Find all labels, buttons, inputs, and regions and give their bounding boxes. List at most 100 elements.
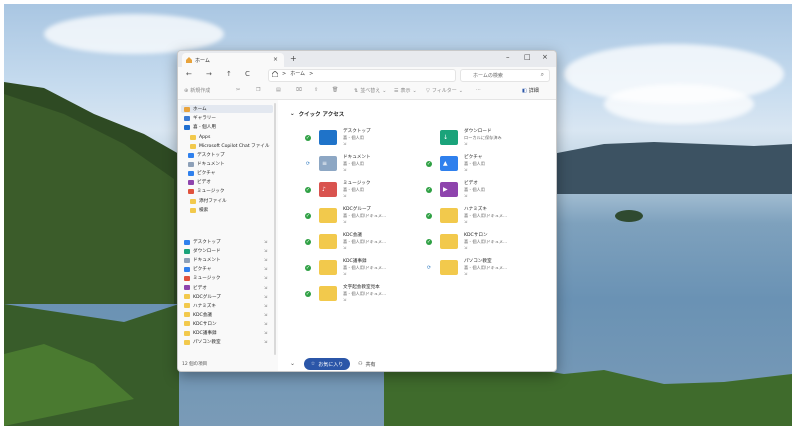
sidebar-item[interactable]: デスクトップ xyxy=(188,151,225,159)
sidebar-pinned-item[interactable]: ドキュメント xyxy=(184,256,221,264)
paste-icon[interactable]: ▤ xyxy=(276,87,281,93)
breadcrumb-home[interactable]: ホーム xyxy=(290,70,305,77)
sidebar-item[interactable]: ドキュメント xyxy=(188,160,225,168)
quick-access-header[interactable]: ⌄ クイック アクセス xyxy=(290,110,344,118)
sort-icon: ⇅ xyxy=(354,87,359,94)
forward-button[interactable]: → xyxy=(206,70,212,78)
pin-icon: ⇲ xyxy=(464,193,468,198)
sort-button[interactable]: ⇅ 並べ替え ⌄ xyxy=(354,87,386,95)
quick-access-item[interactable]: ✓ ▶ ビデオ喜 - 個人用 ⇲ xyxy=(426,180,556,202)
sidebar-item[interactable]: ピクチャ xyxy=(188,169,215,177)
quick-access-item[interactable]: ✓ ▲ ピクチャ喜 - 個人用 ⇲ xyxy=(426,154,556,176)
sidebar-item[interactable]: Microsoft Copilot Chat ファイル xyxy=(190,142,270,150)
sidebar-pinned-item[interactable]: KDCサロン xyxy=(184,320,217,328)
sidebar-pinned-item[interactable]: ミュージック xyxy=(184,274,220,282)
sidebar-item[interactable]: Apps xyxy=(190,133,210,141)
pin-icon: ⇲ xyxy=(264,275,268,281)
item-name: 文字起会教室見本 xyxy=(343,285,380,290)
view-label: 表示 xyxy=(400,88,411,94)
folder-icon: ▶ xyxy=(440,182,458,197)
item-name: ダウンロード xyxy=(464,129,492,134)
close-button[interactable]: × xyxy=(542,53,548,61)
breadcrumb-chevron[interactable]: > xyxy=(309,71,313,77)
folder-overlay-icon: ♪ xyxy=(322,186,326,193)
new-tab-button[interactable]: + xyxy=(290,54,297,63)
tab-home[interactable]: ホーム × xyxy=(182,53,284,67)
sidebar-pinned-item[interactable]: KDC会議 xyxy=(184,311,212,319)
copy-icon[interactable]: ❐ xyxy=(256,87,260,93)
rename-icon[interactable]: ⌧ xyxy=(296,87,302,93)
sidebar-pinned-item[interactable]: デスクトップ xyxy=(184,238,221,246)
sidebar-item[interactable]: ギャラリー xyxy=(184,114,216,122)
star-icon: ☆ xyxy=(310,361,316,367)
tab-close-icon[interactable]: × xyxy=(273,56,278,63)
refresh-button[interactable]: C xyxy=(245,70,250,78)
sidebar-item[interactable]: 検索 xyxy=(190,206,208,214)
quick-access-item[interactable]: ✓ KDC会議喜 - 個人用\ドキュメ... ⇲ xyxy=(305,232,435,254)
sidebar-pinned-item[interactable]: ビデオ xyxy=(184,284,207,292)
folder-icon: ♪ xyxy=(319,182,337,197)
folder-icon xyxy=(319,286,337,301)
folder-icon: ↓ xyxy=(440,130,458,145)
sidebar-item-label: KDCグループ xyxy=(193,294,221,300)
up-button[interactable]: ↑ xyxy=(226,70,232,78)
quick-access-item[interactable]: ⟳ ≡ ドキュメント喜 - 個人用 ⇲ xyxy=(305,154,435,176)
search-input[interactable]: ホームの検索 ⌕ xyxy=(460,69,550,82)
item-location: 喜 - 個人用\ドキュメ... xyxy=(464,239,508,244)
item-name: KDCグループ xyxy=(343,207,371,212)
view-button[interactable]: ☰ 表示 ⌄ xyxy=(394,87,417,95)
details-button[interactable]: ◧ 詳細 xyxy=(522,87,539,95)
pin-icon: ⇲ xyxy=(464,245,468,250)
favorites-tab[interactable]: ☆ お気に入り xyxy=(304,358,350,370)
cut-icon[interactable]: ✂ xyxy=(236,87,240,93)
new-button[interactable]: ⊕ 新規作成 xyxy=(184,87,211,95)
sidebar-item[interactable]: 喜 - 個人用 xyxy=(184,123,216,131)
filter-button[interactable]: ▽ フィルター ⌄ xyxy=(426,87,463,95)
favorites-label: お気に入り xyxy=(318,361,344,368)
sidebar-item-label: ホーム xyxy=(193,107,207,112)
chevron-down-icon: ⌄ xyxy=(290,111,295,117)
tab-label: ホーム xyxy=(195,57,210,64)
minimize-button[interactable]: – xyxy=(506,53,510,61)
sidebar-item[interactable]: 添付ファイル xyxy=(190,197,227,205)
sidebar-item-label: KDCサロン xyxy=(193,321,217,327)
pin-icon: ⇲ xyxy=(264,239,268,244)
quick-access-item[interactable]: ⟳ パソコン教室喜 - 個人用\ドキュメ... ⇲ xyxy=(426,258,556,280)
shared-label: 共有 xyxy=(365,361,376,368)
sidebar-scrollbar[interactable] xyxy=(274,103,276,355)
shared-tab[interactable]: ⚇ 共有 xyxy=(358,358,376,370)
quick-access-item[interactable]: ✓ KDC議事録喜 - 個人用\ドキュメ... ⇲ xyxy=(305,258,435,280)
item-name: ピクチャ xyxy=(464,155,483,160)
sidebar-item[interactable]: ホーム xyxy=(184,105,207,113)
quick-access-item[interactable]: ↓ ダウンロード ローカルに保存済み ⇲ xyxy=(426,128,556,150)
quick-access-item[interactable]: ✓ KDCサロン喜 - 個人用\ドキュメ... ⇲ xyxy=(426,232,556,254)
delete-icon[interactable]: 🗑 xyxy=(332,87,338,93)
sidebar-pinned-item[interactable]: ダウンロード xyxy=(184,247,221,255)
pin-icon: ⇲ xyxy=(343,271,347,276)
sidebar-pinned-item[interactable]: ピクチャ xyxy=(184,265,211,273)
back-button[interactable]: ← xyxy=(186,70,192,78)
quick-access-item[interactable]: ✓ ハナミズキ喜 - 個人用\ドキュメ... ⇲ xyxy=(426,206,556,228)
sidebar-pinned-item[interactable]: KDCグループ xyxy=(184,293,221,301)
chevron-down-icon[interactable]: ⌄ xyxy=(290,360,295,367)
sync-status-icon: ✓ xyxy=(305,291,311,297)
item-name: パソコン教室 xyxy=(464,259,492,264)
quick-access-item[interactable]: ✓ ♪ ミュージック喜 - 個人用 ⇲ xyxy=(305,180,435,202)
share-icon[interactable]: ⇪ xyxy=(314,87,318,93)
item-name: KDC議事録 xyxy=(343,259,367,264)
sidebar-item[interactable]: ミュージック xyxy=(188,187,224,195)
quick-access-item[interactable]: ✓ デスクトップ喜 - 個人用 ⇲ xyxy=(305,128,435,150)
new-label: 新規作成 xyxy=(190,88,211,94)
sidebar-item-label: ピクチャ xyxy=(197,171,216,176)
sync-status-icon: ✓ xyxy=(305,265,311,271)
maximize-button[interactable]: □ xyxy=(524,53,531,61)
sidebar-pinned-item[interactable]: ハナミズキ xyxy=(184,302,216,310)
more-button[interactable]: ··· xyxy=(476,87,481,93)
sidebar-item[interactable]: ビデオ xyxy=(188,178,211,186)
sidebar-pinned-item[interactable]: パソコン教室 xyxy=(184,338,221,346)
quick-access-item[interactable]: ✓ 文字起会教室見本喜 - 個人用\ドキュメ... ⇲ xyxy=(305,284,435,306)
folder-icon xyxy=(188,161,194,167)
sidebar-item-label: ドキュメント xyxy=(197,162,225,167)
quick-access-item[interactable]: ✓ KDCグループ喜 - 個人用\ドキュメ... ⇲ xyxy=(305,206,435,228)
sidebar-pinned-item[interactable]: KDC議事録 xyxy=(184,329,217,337)
